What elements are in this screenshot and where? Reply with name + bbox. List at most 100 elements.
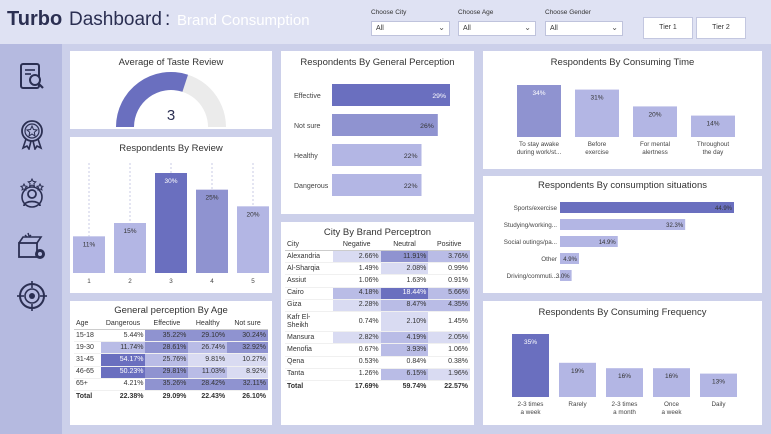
- city-table-title: City By Brand Perceptron: [323, 227, 432, 238]
- table-row[interactable]: Alexandria 2.66% 11.91% 3.76%: [285, 250, 470, 264]
- category-label: Daily: [712, 401, 727, 408]
- table-cell: 10.27%: [227, 353, 268, 367]
- table-header[interactable]: Neutral: [380, 239, 429, 251]
- award-badge-icon[interactable]: [16, 118, 48, 150]
- row-label: 15-18: [74, 329, 101, 343]
- table-cell: 0.67%: [332, 343, 381, 357]
- row-label: Kafr El-Sheikh: [285, 311, 333, 333]
- table-row[interactable]: 19-30 11.74% 28.61% 26.74% 32.92%: [74, 341, 268, 355]
- table-row[interactable]: Kafr El-Sheikh 0.74% 2.10% 1.45%: [285, 311, 470, 333]
- total-cell: 26.10%: [227, 389, 268, 402]
- category-label: Rarely: [568, 401, 587, 408]
- table-header[interactable]: Effective: [145, 318, 189, 330]
- table-cell: 5.66%: [428, 287, 470, 300]
- table-cell: 2.28%: [332, 299, 381, 312]
- age-table-card: General perception By Age Age Dangerous Ef…: [70, 301, 272, 425]
- page-title: Dashboard: [69, 9, 162, 30]
- category-label: Dangerous: [294, 183, 329, 190]
- table-row[interactable]: 46-65 50.23% 29.81% 11.03% 8.92%: [74, 366, 268, 379]
- table-header[interactable]: City: [285, 239, 333, 251]
- table-cell: 50.23%: [100, 366, 146, 379]
- data-label: 20%: [648, 111, 661, 118]
- table-row[interactable]: Assiut 1.06% 1.63% 0.91%: [285, 274, 470, 288]
- table-row[interactable]: 65+ 4.21% 35.26% 28.42% 32.11%: [74, 378, 268, 391]
- table-cell: 11.91%: [380, 250, 429, 264]
- gender-filter-value: All: [550, 25, 558, 32]
- table-header[interactable]: Dangerous: [100, 318, 146, 330]
- city-perception-table: City Negative Neutral Positive Alexandria 2.6…: [285, 239, 470, 392]
- category-label: Before: [588, 141, 607, 148]
- tier-2-button[interactable]: Tier 2: [696, 17, 746, 39]
- category-label: To stay awake: [519, 141, 559, 148]
- table-row[interactable]: Tanta 1.26% 6.15% 1.96%: [285, 368, 470, 381]
- chevron-down-icon: ⌄: [611, 23, 618, 32]
- category-label: 1: [87, 278, 91, 285]
- table-cell: 5.44%: [100, 329, 146, 343]
- data-label: 25%: [205, 195, 218, 202]
- table-header[interactable]: Age: [74, 318, 101, 330]
- table-cell: 0.74%: [332, 311, 381, 333]
- category-label: a month: [613, 409, 636, 416]
- table-header[interactable]: Negative: [332, 239, 381, 251]
- table-cell: 1.06%: [428, 343, 470, 357]
- review-chart-card: Respondents By Review 11% 1 15% 2 30% 3 25% 4 20…: [70, 137, 272, 293]
- table-cell: 0.99%: [428, 262, 470, 276]
- chart-bar[interactable]: [155, 173, 187, 273]
- table-row[interactable]: 31-45 54.17% 25.76% 9.81% 10.27%: [74, 353, 268, 367]
- table-cell: 0.53%: [332, 356, 381, 369]
- people-stars-icon[interactable]: [16, 176, 48, 208]
- table-row[interactable]: 15-18 5.44% 35.22% 29.10% 30.24%: [74, 329, 268, 343]
- table-cell: 4.21%: [100, 378, 146, 391]
- table-cell: 2.08%: [380, 262, 429, 276]
- age-table-title: General perception By Age: [114, 305, 228, 316]
- target-icon[interactable]: [16, 280, 48, 312]
- table-cell: 0.91%: [428, 274, 470, 288]
- city-filter-select[interactable]: All ⌄: [371, 21, 450, 36]
- total-label: Total: [74, 389, 101, 402]
- city-filter-label: Choose City: [371, 9, 407, 16]
- category-label: a week: [662, 409, 683, 416]
- table-cell: 2.05%: [428, 331, 470, 345]
- table-cell: 11.03%: [188, 366, 228, 379]
- category-label: Effective: [294, 93, 321, 100]
- perception-chart-card: Respondents By General Perception Effect…: [281, 51, 474, 214]
- frequency-chart: 35%2-3 timesa week19%Rarely16%2-3 timesa…: [512, 334, 737, 416]
- data-label: 15%: [123, 228, 136, 235]
- table-row[interactable]: Al-Sharqia 1.49% 2.08% 0.99%: [285, 262, 470, 276]
- category-label: 4: [210, 278, 214, 285]
- table-cell: 28.61%: [145, 341, 189, 355]
- taste-review-card: Average of Taste Review 3: [70, 51, 272, 129]
- consuming-time-title: Respondents By Consuming Time: [550, 57, 695, 68]
- age-filter-label: Choose Age: [458, 9, 494, 16]
- category-label: 2-3 times: [612, 401, 638, 408]
- table-row[interactable]: Menofia 0.67% 3.93% 1.06%: [285, 343, 470, 357]
- data-label: 20%: [246, 211, 259, 218]
- table-cell: 1.06%: [332, 274, 381, 288]
- table-row[interactable]: Cairo 4.18% 18.44% 5.66%: [285, 287, 470, 300]
- table-cell: 29.81%: [145, 366, 189, 379]
- data-label: 26%: [420, 123, 434, 130]
- table-row[interactable]: Qena 0.53% 0.84% 0.38%: [285, 356, 470, 369]
- table-cell: 0.38%: [428, 356, 470, 369]
- age-filter-select[interactable]: All ⌄: [458, 21, 536, 36]
- box-settings-icon[interactable]: [16, 230, 48, 262]
- chart-bar[interactable]: [560, 202, 734, 213]
- total-cell: 22.43%: [188, 389, 228, 402]
- row-label: Qena: [285, 356, 333, 369]
- table-row[interactable]: Mansura 2.82% 4.19% 2.05%: [285, 331, 470, 345]
- report-search-icon[interactable]: [16, 60, 48, 92]
- table-cell: 4.18%: [332, 287, 381, 300]
- data-label: 16%: [618, 373, 631, 380]
- category-label: Driving/commuti...: [507, 273, 558, 280]
- table-cell: 3.93%: [380, 343, 429, 357]
- row-label: Tanta: [285, 368, 333, 381]
- table-header[interactable]: Positive: [428, 239, 470, 251]
- table-row[interactable]: Giza 2.28% 8.47% 4.35%: [285, 299, 470, 312]
- data-label: 13%: [712, 379, 725, 386]
- chart-bar[interactable]: [196, 189, 228, 273]
- tier-1-button[interactable]: Tier 1: [643, 17, 693, 39]
- gender-filter-select[interactable]: All ⌄: [545, 21, 623, 36]
- table-header[interactable]: Not sure: [227, 318, 268, 330]
- table-header[interactable]: Healthy: [188, 318, 228, 330]
- data-label: 35%: [524, 339, 537, 346]
